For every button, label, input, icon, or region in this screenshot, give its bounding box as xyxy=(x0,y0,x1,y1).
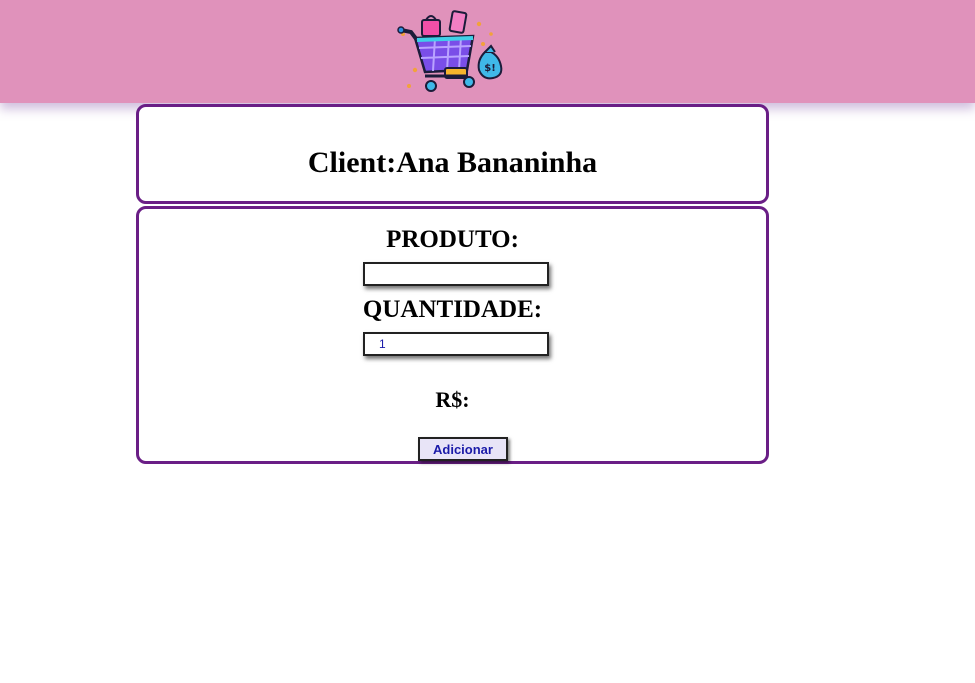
preco-label: R$: xyxy=(435,387,470,412)
client-name-title: Client:Ana Bananinha xyxy=(307,146,598,179)
page-header: $! xyxy=(0,0,975,103)
preco-row: R$: xyxy=(139,387,766,413)
adicionar-button[interactable]: Adicionar xyxy=(418,437,508,461)
quantidade-label: QUANTIDADE: xyxy=(362,296,543,323)
client-card: Client:Ana Bananinha xyxy=(136,104,769,204)
quantidade-input[interactable] xyxy=(363,332,549,356)
product-form-card: PRODUTO: QUANTIDADE: R$: Adicionar xyxy=(136,206,769,464)
produto-input[interactable] xyxy=(363,262,549,286)
svg-text:$!: $! xyxy=(484,63,496,74)
shopping-cart-icon: $! xyxy=(397,10,503,92)
produto-label: PRODUTO: xyxy=(386,226,519,253)
